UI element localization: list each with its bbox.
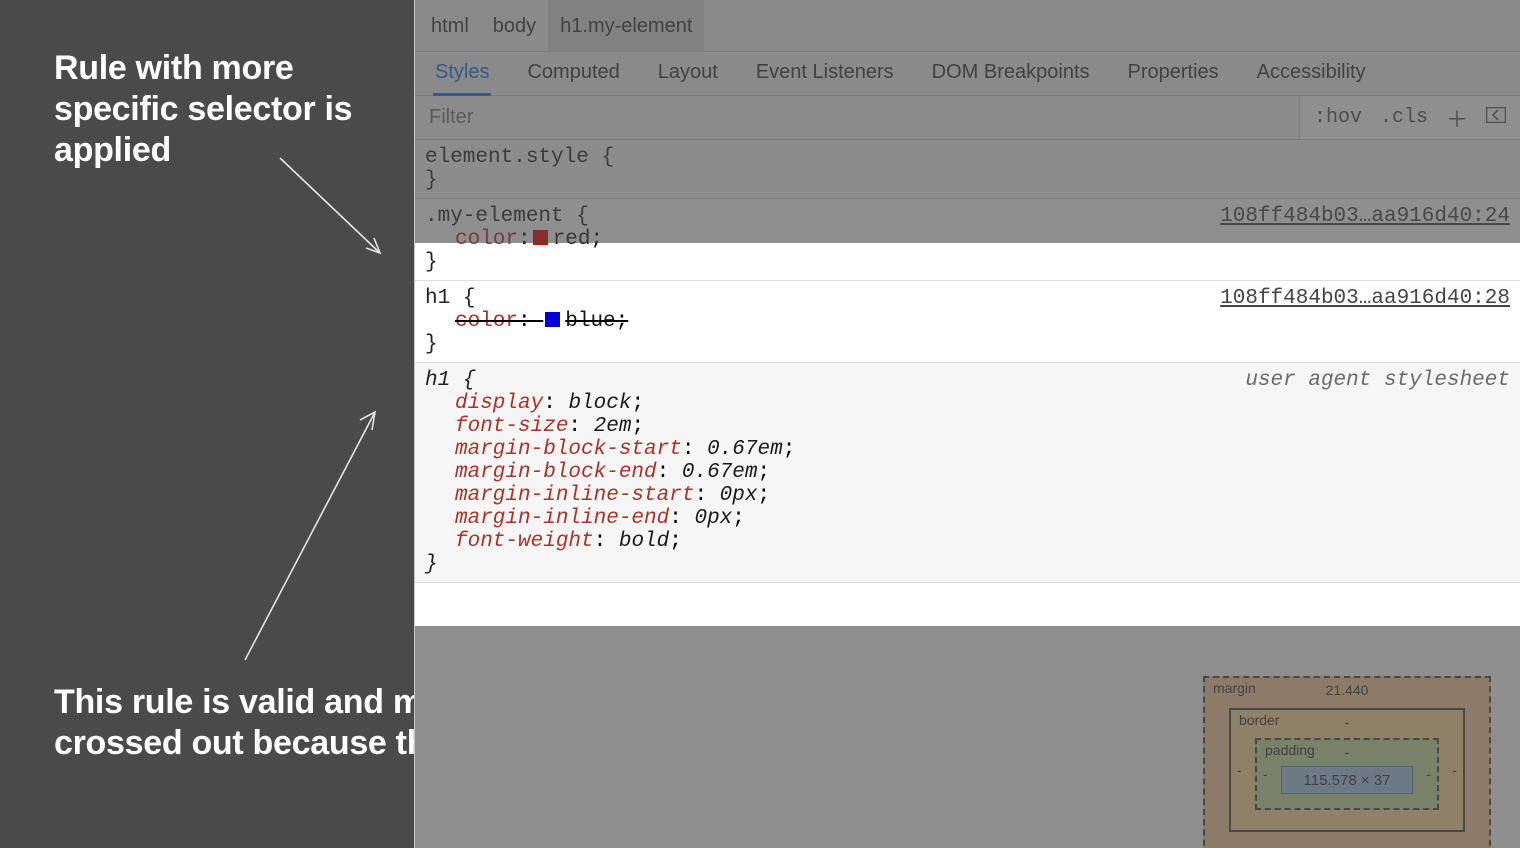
property-value: 0.67em [707,438,783,461]
property-name: font-size [455,415,568,438]
rule-element-style[interactable]: element.style { } [415,140,1520,199]
computed-toggle-icon[interactable] [1486,105,1506,130]
padding-right: - [1426,766,1431,782]
property-value: 0.67em [682,461,758,484]
border-label: border [1239,712,1279,728]
property-name: margin-block-end [455,461,657,484]
tab-dom-breakpoints[interactable]: DOM Breakpoints [930,52,1092,96]
selector: h1 [425,369,450,392]
padding-top: - [1345,744,1350,760]
padding-label: padding [1265,742,1315,758]
css-rules: element.style { } 108ff484b03…aa916d40:2… [415,140,1520,583]
filter-bar: :hov .cls ＋ [415,96,1520,140]
source-link[interactable]: 108ff484b03…aa916d40:28 [1220,287,1510,310]
rule-user-agent[interactable]: user agent stylesheet h1 { display: bloc… [415,363,1520,583]
tab-computed[interactable]: Computed [525,52,621,96]
property[interactable]: font-size: 2em; [425,415,1510,438]
border-right: - [1452,762,1457,778]
property-name: margin-inline-end [455,507,669,530]
property-value: block [568,392,631,415]
new-rule-icon[interactable]: ＋ [1446,102,1468,134]
source-link[interactable]: 108ff484b03…aa916d40:24 [1220,205,1510,228]
property[interactable]: margin-inline-start: 0px; [425,484,1510,507]
padding-left: - [1263,766,1268,782]
tab-layout[interactable]: Layout [656,52,720,96]
arrow-top [270,148,400,268]
user-agent-label: user agent stylesheet [1245,369,1510,392]
tab-accessibility[interactable]: Accessibility [1255,52,1368,96]
property-name: color [455,310,518,333]
filter-toggles: :hov .cls ＋ [1300,102,1520,134]
tab-styles[interactable]: Styles [433,52,491,96]
tab-properties[interactable]: Properties [1126,52,1221,96]
property-name: margin-block-start [455,438,682,461]
property-name: display [455,392,543,415]
property-value: bold [619,530,669,553]
filter-input[interactable] [415,96,1300,139]
property[interactable]: font-weight: bold; [425,530,1510,553]
margin-label: margin [1213,680,1256,696]
property-overridden[interactable]: color: blue; [425,310,1510,333]
tab-event-listeners[interactable]: Event Listeners [754,52,896,96]
property-name: font-weight [455,530,594,553]
box-content[interactable]: 115.578 × 37 [1281,766,1413,794]
property[interactable]: margin-block-start: 0.67em; [425,438,1510,461]
border-top: - [1345,714,1350,730]
property[interactable]: margin-block-end: 0.67em; [425,461,1510,484]
hov-toggle[interactable]: :hov [1314,106,1362,129]
color-swatch-blue[interactable] [545,312,560,327]
property[interactable]: margin-inline-end: 0px; [425,507,1510,530]
selector: .my-element [425,205,564,228]
cls-toggle[interactable]: .cls [1380,106,1428,129]
box-model: margin 21.440 border - - - padding - - -… [1203,676,1491,848]
crumb-h1[interactable]: h1.my-element [548,0,704,52]
border-left: - [1237,762,1242,778]
property-value: 0px [694,507,732,530]
property-value: red [553,228,591,251]
crumb-html[interactable]: html [419,0,481,52]
breadcrumb: html body h1.my-element [415,0,1520,52]
margin-top: 21.440 [1326,682,1369,698]
property-name: color [455,228,518,251]
selector: element.style [425,146,589,169]
devtools-panel: html body h1.my-element Styles Computed … [414,0,1520,848]
arrow-bottom [230,400,390,670]
property[interactable]: display: block; [425,392,1510,415]
devtools-tabs: Styles Computed Layout Event Listeners D… [415,52,1520,96]
rule-my-element[interactable]: 108ff484b03…aa916d40:24 .my-element { co… [415,199,1520,281]
crumb-body[interactable]: body [481,0,548,52]
rule-h1-overridden[interactable]: 108ff484b03…aa916d40:28 h1 { color: blue… [415,281,1520,363]
property-value: 0px [720,484,758,507]
selector: h1 [425,287,450,310]
property-name: margin-inline-start [455,484,694,507]
property[interactable]: color:red; [425,228,1510,251]
property-value: 2em [594,415,632,438]
property-value: blue [565,310,615,333]
color-swatch-red[interactable] [533,230,548,245]
content-size: 115.578 × 37 [1304,772,1391,789]
